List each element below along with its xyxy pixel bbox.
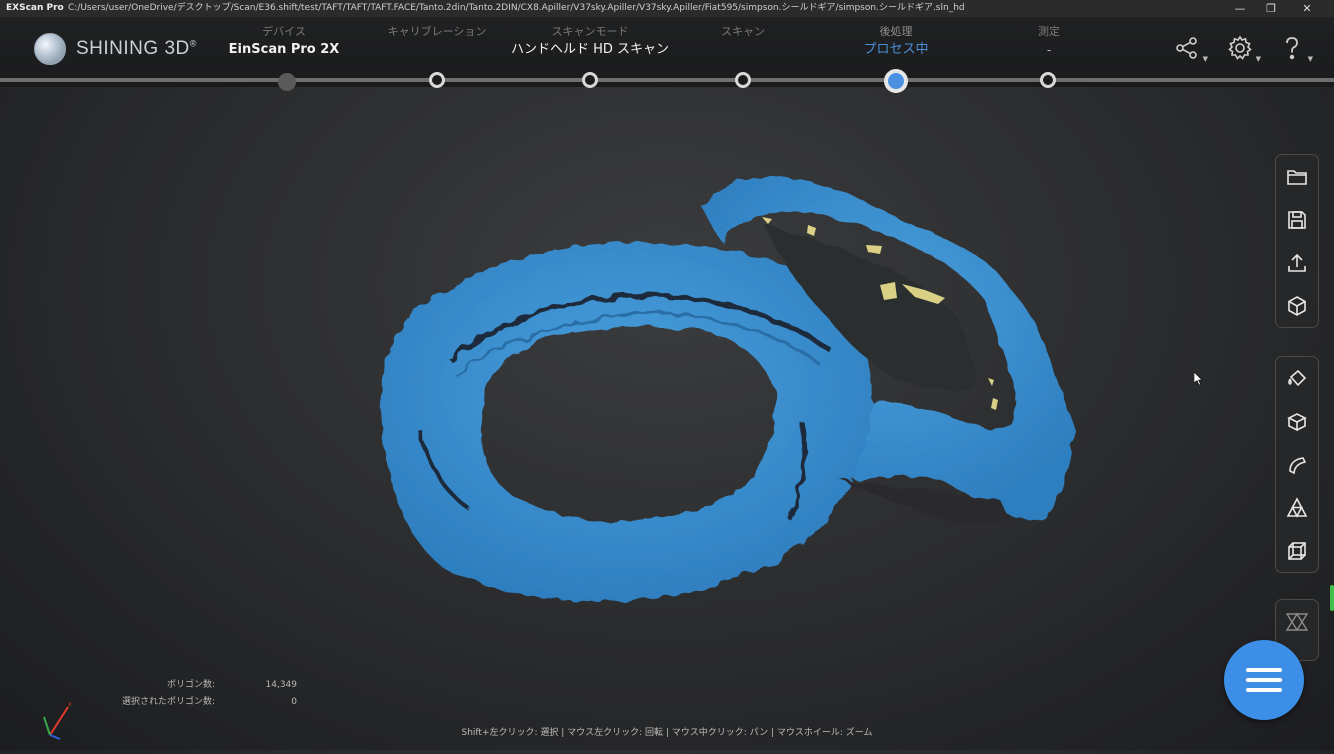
- scan-mesh[interactable]: [0, 87, 1334, 750]
- polygon-count-value: 14,349: [265, 680, 298, 690]
- model-button[interactable]: [1276, 284, 1318, 327]
- save-icon: [1288, 210, 1306, 229]
- hamburger-icon: [1246, 662, 1282, 698]
- app-name: EXScan Pro: [6, 3, 64, 13]
- fill-hole-button[interactable]: [1276, 357, 1318, 400]
- open-folder-icon: [1287, 169, 1307, 185]
- progress-node-calibration[interactable]: [429, 72, 445, 88]
- maximize-button[interactable]: ❐: [1253, 0, 1289, 17]
- step-measure[interactable]: 測定 -: [959, 25, 1139, 61]
- logo-text: SHINING 3D®: [76, 38, 197, 59]
- simplify-button[interactable]: [1276, 486, 1318, 529]
- control-hint: Shift+左クリック: 選択 | マウス左クリック: 回転 | マウス中クリッ…: [461, 728, 873, 738]
- box-icon: [1287, 412, 1307, 431]
- selected-polygon-label: 選択されたポリゴン数:: [121, 697, 215, 707]
- gear-icon[interactable]: ▼: [1227, 35, 1261, 65]
- help-icon[interactable]: ▼: [1279, 35, 1313, 65]
- 3d-viewport[interactable]: [0, 87, 1334, 750]
- progress-node-scan-mode[interactable]: [582, 72, 598, 88]
- step-value: EinScan Pro 2X: [228, 42, 340, 57]
- menu-button[interactable]: [1224, 640, 1304, 720]
- file-toolbar: [1275, 154, 1319, 328]
- edit-toolbar: [1275, 356, 1319, 573]
- step-value: ハンドヘルド HD スキャン: [510, 42, 670, 57]
- step-label: 測定: [1038, 25, 1060, 38]
- mouse-cursor-icon: [1194, 372, 1203, 386]
- selected-polygon-value: 0: [291, 697, 297, 707]
- file-path: C:/Users/user/OneDrive/デスクトップ/Scan/E36.s…: [68, 3, 965, 13]
- logo: SHINING 3D®: [34, 33, 197, 65]
- fill-bucket-icon: [1288, 369, 1307, 386]
- model-cube-icon: [1288, 295, 1306, 316]
- progress-node-scan[interactable]: [735, 72, 751, 88]
- share-icon[interactable]: ▼: [1174, 35, 1208, 65]
- progress-node-measure[interactable]: [1040, 72, 1056, 88]
- close-button[interactable]: ✕: [1289, 0, 1325, 17]
- progress-track: [0, 78, 1334, 82]
- export-button[interactable]: [1276, 241, 1318, 284]
- step-value: -: [1046, 43, 1052, 57]
- svg-text:x: x: [68, 701, 72, 708]
- triangle-mesh-icon: [1286, 496, 1308, 518]
- open-folder-button[interactable]: [1276, 155, 1318, 198]
- side-panel-tab[interactable]: [1330, 585, 1334, 611]
- polygon-count-label: ポリゴン数:: [166, 680, 215, 690]
- title-bar: EXScan Pro C:/Users/user/OneDrive/デスクトップ…: [0, 0, 1334, 17]
- wireframe-button[interactable]: [1276, 529, 1318, 572]
- mesh-overlay-button[interactable]: [1276, 600, 1318, 643]
- save-button[interactable]: [1276, 198, 1318, 241]
- curve-icon: [1289, 456, 1307, 474]
- smooth-button[interactable]: [1276, 443, 1318, 486]
- mesh-stats: ポリゴン数: 14,349 選択されたポリゴン数: 0: [100, 677, 300, 711]
- globe-logo-icon: [34, 33, 66, 65]
- box-button[interactable]: [1276, 400, 1318, 443]
- export-icon: [1288, 253, 1306, 272]
- header: SHINING 3D® デバイス EinScan Pro 2X キャリブレーショ…: [0, 17, 1334, 87]
- mesh-overlay-icon: [1285, 612, 1309, 631]
- wireframe-cube-icon: [1288, 541, 1306, 560]
